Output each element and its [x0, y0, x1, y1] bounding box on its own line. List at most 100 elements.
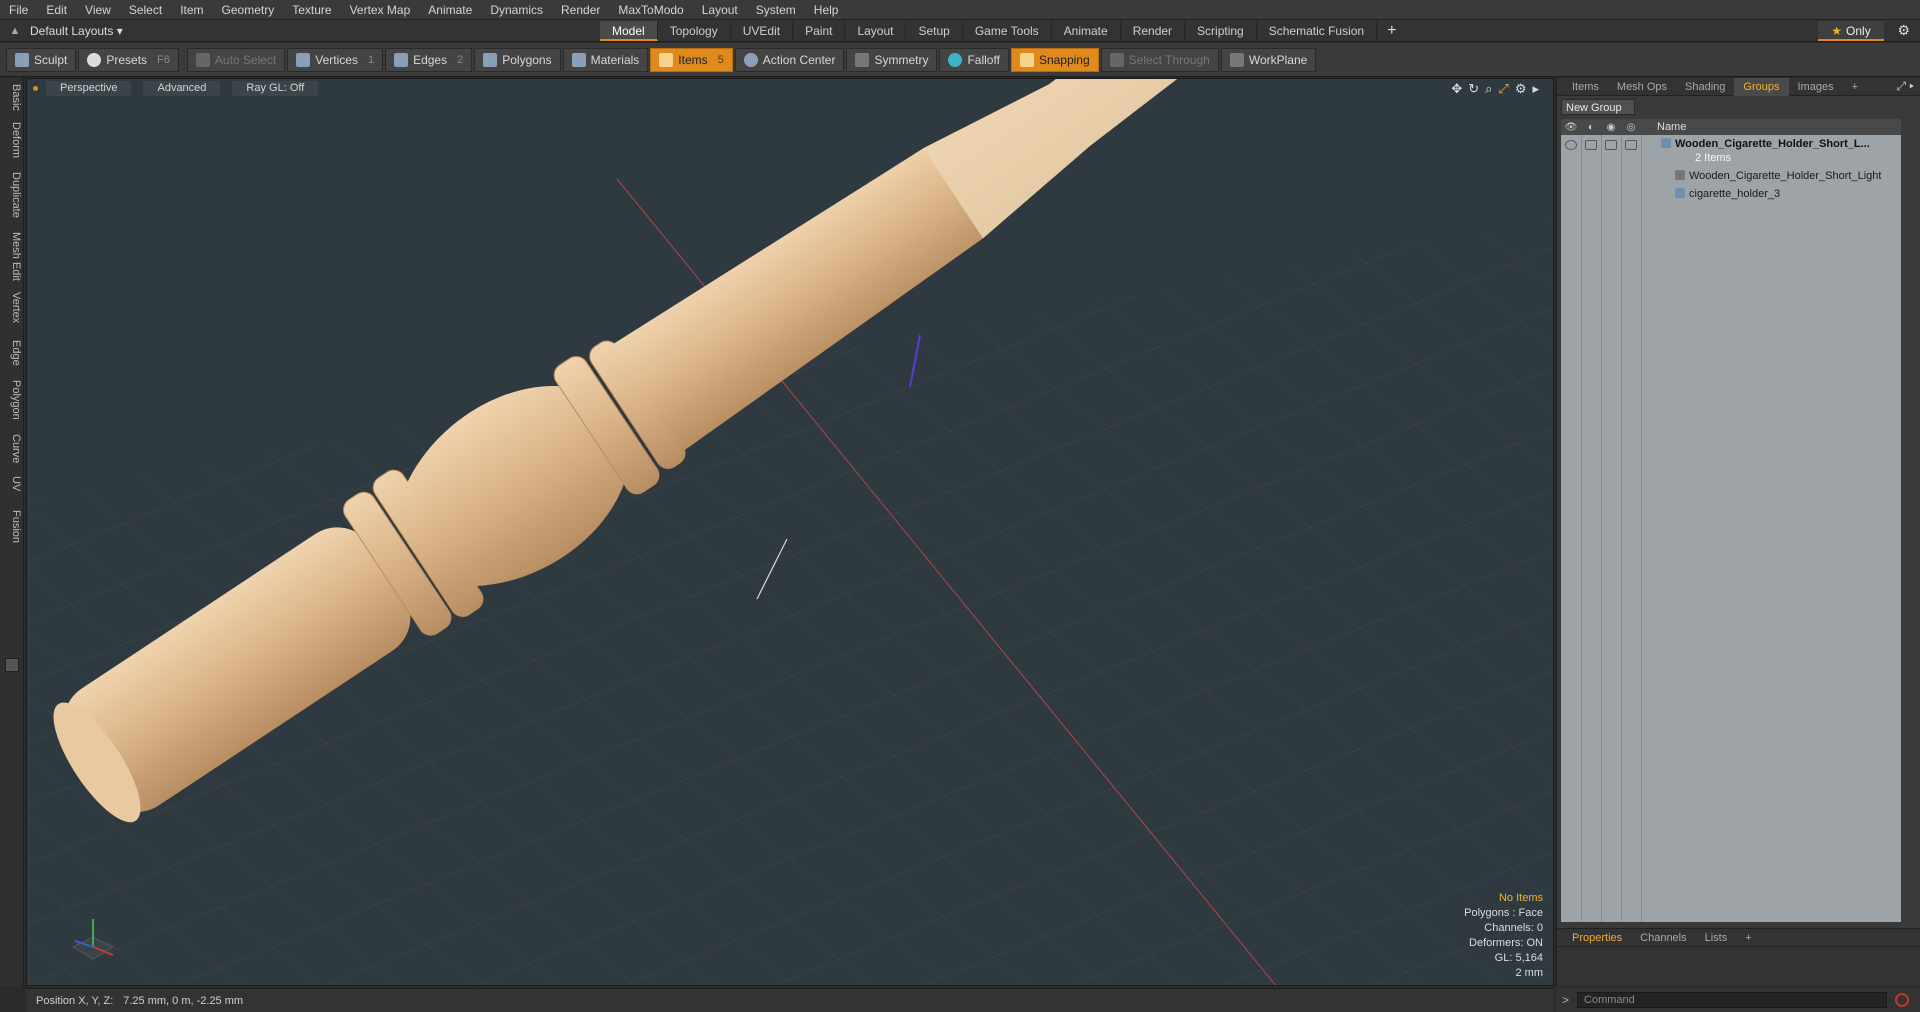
- advanced-button[interactable]: Advanced: [143, 80, 221, 96]
- command-input[interactable]: Command: [1577, 992, 1888, 1008]
- menu-file[interactable]: File: [0, 0, 37, 20]
- record-icon[interactable]: [1895, 993, 1910, 1007]
- tab-channels[interactable]: Channels: [1631, 929, 1695, 947]
- group-row[interactable]: Wooden_Cigarette_Holder_Short_L...: [1561, 137, 1901, 153]
- menu-animate[interactable]: Animate: [419, 0, 481, 20]
- zoom-view-icon[interactable]: ⌕: [1485, 81, 1492, 97]
- select-toggle-icon[interactable]: [1625, 140, 1637, 150]
- view-type-button[interactable]: Perspective: [46, 80, 132, 96]
- gear-icon[interactable]: ⚙: [1897, 22, 1910, 39]
- tab-animate[interactable]: Animate: [1052, 20, 1121, 41]
- vtab-duplicate[interactable]: Duplicate: [2, 172, 22, 218]
- vtab-basic[interactable]: Basic: [2, 84, 22, 111]
- tab-render[interactable]: Render: [1121, 20, 1186, 41]
- action-center-button[interactable]: Action Center: [734, 47, 845, 72]
- vtab-fusion[interactable]: Fusion: [2, 510, 22, 543]
- visibility-header-icon[interactable]: 👁: [1561, 122, 1581, 133]
- menu-select[interactable]: Select: [120, 0, 171, 20]
- polygons-button[interactable]: Polygons: [474, 47, 561, 72]
- menu-render[interactable]: Render: [552, 0, 609, 20]
- vtab-uv[interactable]: UV: [2, 476, 22, 491]
- vtab-deform[interactable]: Deform: [2, 122, 22, 158]
- menu-item[interactable]: Item: [171, 0, 212, 20]
- raygl-button[interactable]: Ray GL: Off: [232, 80, 319, 96]
- select-through-button[interactable]: Select Through: [1100, 47, 1219, 72]
- menu-edit[interactable]: Edit: [37, 0, 76, 20]
- vtab-mesh-edit[interactable]: Mesh Edit: [2, 232, 22, 281]
- groups-list-header: 👁 ◐ ◉ ◎ Name: [1561, 119, 1901, 135]
- menu-maxtomodo[interactable]: MaxToModo: [609, 0, 692, 20]
- tab-shading[interactable]: Shading: [1676, 78, 1734, 96]
- falloff-button[interactable]: Falloff: [939, 47, 1009, 72]
- add-properties-tab-icon[interactable]: +: [1736, 929, 1760, 947]
- vtab-vertex[interactable]: Vertex: [2, 292, 22, 323]
- viewport-settings-icon[interactable]: ⚙: [1515, 81, 1527, 97]
- 3d-viewport[interactable]: Perspective Advanced Ray GL: Off ✥ ↻ ⌕ ⤢…: [26, 78, 1554, 986]
- add-panel-tab-icon[interactable]: +: [1843, 78, 1867, 96]
- new-group-button[interactable]: New Group: [1561, 99, 1635, 115]
- rotate-view-icon[interactable]: ↻: [1468, 81, 1479, 97]
- list-item[interactable]: Wooden_Cigarette_Holder_Short_Light: [1561, 169, 1901, 185]
- vertices-button[interactable]: Vertices 1: [287, 47, 384, 72]
- tab-model[interactable]: Model: [600, 20, 658, 41]
- name-column-header[interactable]: Name: [1657, 121, 1686, 133]
- render-toggle-icon[interactable]: [1605, 140, 1617, 150]
- vtab-curve[interactable]: Curve: [2, 434, 22, 463]
- tab-game-tools[interactable]: Game Tools: [963, 20, 1052, 41]
- menu-help[interactable]: Help: [805, 0, 848, 20]
- expand-panel-icon[interactable]: ⤢ ▸: [1896, 79, 1920, 94]
- tab-topology[interactable]: Topology: [658, 20, 731, 41]
- auto-select-button[interactable]: Auto Select: [186, 47, 286, 72]
- presets-button[interactable]: Presets F6: [78, 47, 179, 72]
- right-panel: Items Mesh Ops Shading Groups Images + ⤢…: [1556, 77, 1920, 986]
- symmetry-button[interactable]: Symmetry: [846, 47, 938, 72]
- tab-uvedit[interactable]: UVEdit: [731, 20, 794, 41]
- menu-texture[interactable]: Texture: [283, 0, 340, 20]
- menu-vertex-map[interactable]: Vertex Map: [341, 0, 420, 20]
- menu-dynamics[interactable]: Dynamics: [481, 0, 552, 20]
- star-icon: ★: [1831, 24, 1843, 38]
- lock-header-icon[interactable]: ◐: [1581, 122, 1601, 133]
- tab-groups[interactable]: Groups: [1734, 77, 1789, 96]
- viewport-controls: ✥ ↻ ⌕ ⤢ ⚙ ▸: [1451, 81, 1539, 97]
- maximize-view-icon[interactable]: ⤢: [1498, 81, 1508, 97]
- tab-images[interactable]: Images: [1789, 78, 1843, 96]
- visibility-eye-icon[interactable]: [1565, 140, 1577, 150]
- workplane-button[interactable]: WorkPlane: [1220, 47, 1317, 72]
- toolbar: Sculpt Presets F6 Auto Select Vertices 1 E…: [0, 43, 1920, 77]
- move-view-icon[interactable]: ✥: [1451, 81, 1462, 97]
- tab-setup[interactable]: Setup: [906, 20, 963, 41]
- tab-properties[interactable]: Properties: [1563, 929, 1631, 947]
- menu-system[interactable]: System: [747, 0, 805, 20]
- vtab-edge[interactable]: Edge: [2, 340, 22, 366]
- layout-selector[interactable]: Default Layouts ▾: [30, 24, 123, 38]
- tab-mesh-ops[interactable]: Mesh Ops: [1608, 78, 1676, 96]
- items-button[interactable]: Items 5: [650, 47, 733, 72]
- render-header-icon[interactable]: ◉: [1601, 122, 1621, 133]
- tab-items[interactable]: Items: [1563, 78, 1608, 96]
- snapping-button[interactable]: Snapping: [1010, 47, 1099, 72]
- lock-toggle-icon[interactable]: [1585, 140, 1597, 150]
- menu-geometry[interactable]: Geometry: [213, 0, 284, 20]
- tab-scripting[interactable]: Scripting: [1185, 20, 1257, 41]
- menu-layout[interactable]: Layout: [693, 0, 747, 20]
- viewport-menu-icon[interactable]: ▸: [1532, 81, 1539, 97]
- tab-schematic-fusion[interactable]: Schematic Fusion: [1257, 20, 1378, 41]
- add-tab-icon[interactable]: +: [1377, 22, 1406, 40]
- menu-view[interactable]: View: [76, 0, 120, 20]
- groups-list: 👁 ◐ ◉ ◎ Name Wooden_Cigarette_Holder_Sho…: [1561, 119, 1901, 922]
- collapse-icon[interactable]: ▲: [8, 24, 22, 38]
- vertices-label: Vertices: [315, 52, 358, 67]
- panel-toggle-icon[interactable]: [5, 658, 19, 672]
- select-header-icon[interactable]: ◎: [1621, 122, 1641, 133]
- falloff-icon: [948, 52, 963, 67]
- tab-paint[interactable]: Paint: [793, 20, 846, 41]
- tab-lists[interactable]: Lists: [1696, 929, 1737, 947]
- list-item[interactable]: cigarette_holder_3: [1561, 187, 1901, 203]
- tab-layout[interactable]: Layout: [845, 20, 907, 41]
- materials-button[interactable]: Materials: [562, 47, 649, 72]
- edges-button[interactable]: Edges 2: [385, 47, 473, 72]
- sculpt-button[interactable]: Sculpt: [6, 47, 77, 72]
- vtab-polygon[interactable]: Polygon: [2, 380, 22, 420]
- only-button[interactable]: ★ Only: [1818, 21, 1884, 41]
